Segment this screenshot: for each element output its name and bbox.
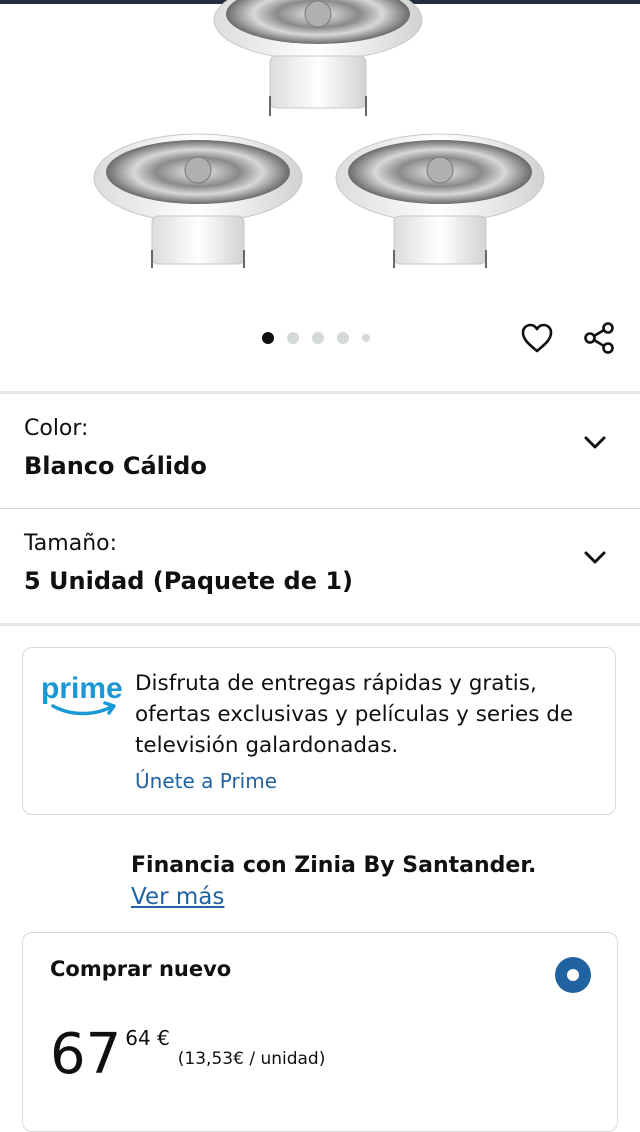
svg-text:prime: prime: [41, 672, 123, 705]
size-selector[interactable]: Tamaño: 5 Unidad (Paquete de 1): [0, 509, 640, 623]
bulb-right: [335, 133, 545, 268]
prime-logo: prime: [39, 666, 125, 720]
carousel-dot-active[interactable]: [262, 332, 274, 344]
color-value: Blanco Cálido: [24, 452, 207, 480]
price-fraction: 64 €: [125, 1026, 170, 1050]
carousel-dots[interactable]: [262, 331, 383, 345]
carousel-dot[interactable]: [337, 332, 349, 344]
size-label: Tamaño:: [24, 531, 118, 556]
color-label: Color:: [24, 416, 89, 441]
bulb-top: [213, 0, 423, 116]
join-prime-link[interactable]: Únete a Prime: [135, 769, 277, 793]
carousel-dot[interactable]: [312, 332, 324, 344]
buy-new-radio[interactable]: [555, 957, 591, 993]
prime-description: Disfruta de entregas rápidas y gratis, o…: [135, 671, 574, 758]
share-icon: [584, 322, 614, 354]
share-button[interactable]: [579, 318, 619, 358]
prime-promo-card: prime Disfruta de entregas rápidas y gra…: [22, 647, 616, 815]
bulb-left: [93, 133, 303, 268]
radio-dot: [567, 969, 579, 981]
see-more-link[interactable]: Ver más: [131, 884, 224, 910]
carousel-dot[interactable]: [287, 332, 299, 344]
buy-new-card[interactable]: Comprar nuevo 67 64 € (13,53€ / unidad): [22, 932, 618, 1132]
buy-new-title: Comprar nuevo: [50, 957, 232, 981]
chevron-down-icon: [584, 551, 606, 564]
unit-price: (13,53€ / unidad): [177, 1049, 326, 1069]
price: 67 64 € (13,53€ / unidad): [50, 1025, 325, 1085]
heart-icon: [521, 323, 553, 353]
section-divider: [0, 623, 640, 626]
price-whole: 67: [50, 1022, 122, 1087]
financing-section: Financia con Zinia By Santander. Ver más: [131, 851, 536, 913]
size-value: 5 Unidad (Paquete de 1): [24, 567, 354, 595]
product-image[interactable]: [0, 0, 640, 300]
chevron-down-icon: [584, 436, 606, 449]
financing-title: Financia con Zinia By Santander.: [131, 853, 537, 878]
wishlist-button[interactable]: [517, 318, 557, 358]
carousel-dot[interactable]: [362, 334, 370, 342]
color-selector[interactable]: Color: Blanco Cálido: [0, 394, 640, 508]
